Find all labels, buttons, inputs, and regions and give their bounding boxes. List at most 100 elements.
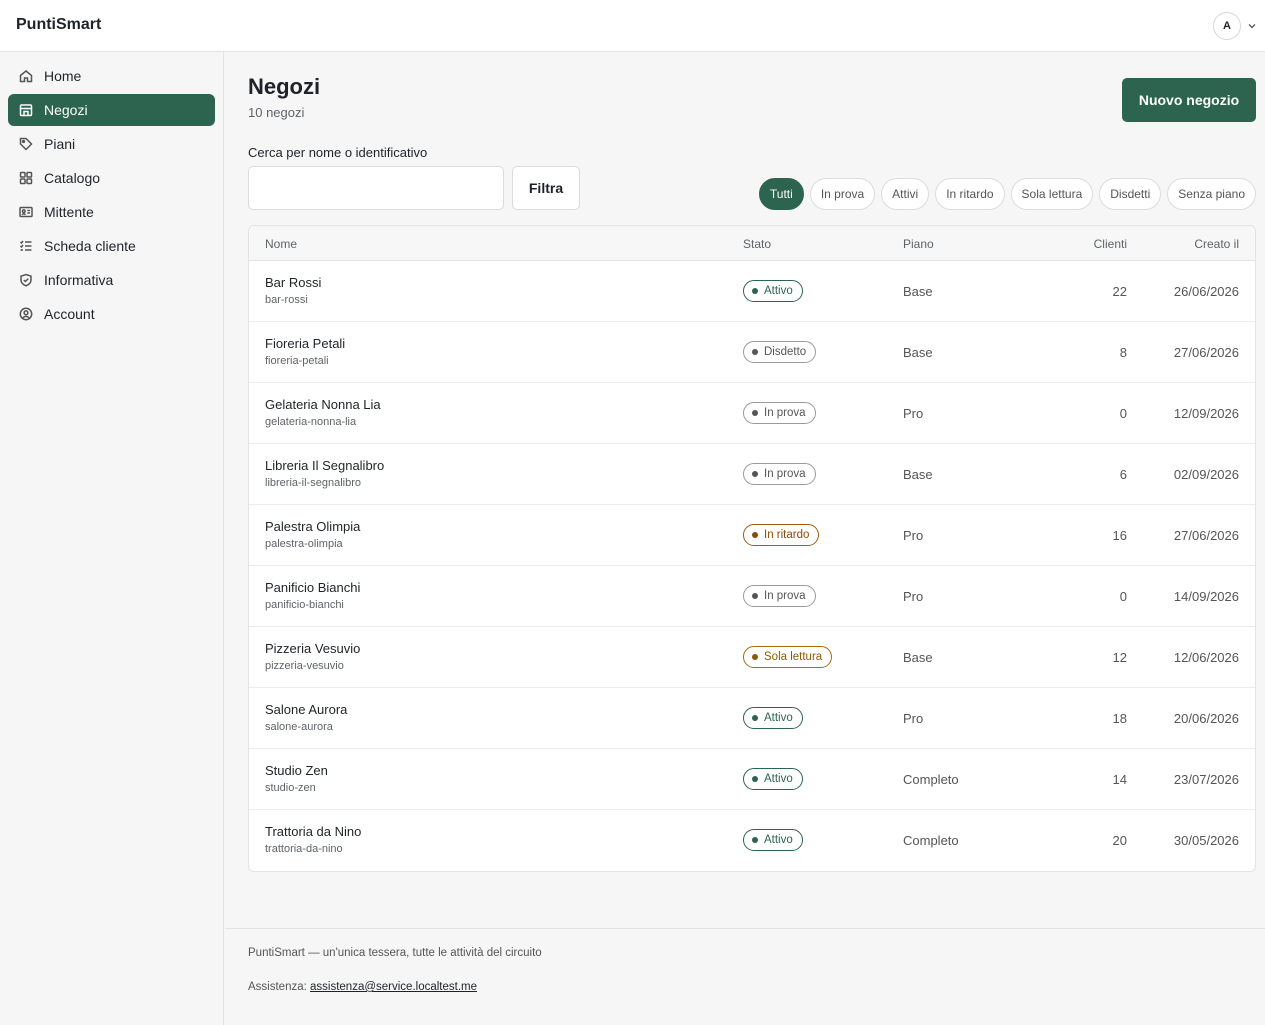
sidebar-item-label: Informativa bbox=[44, 272, 114, 288]
search-label: Cerca per nome o identificativo bbox=[248, 145, 428, 160]
column-header-creato[interactable]: Creato il bbox=[1194, 237, 1239, 251]
status-dot bbox=[752, 776, 758, 782]
store-name[interactable]: Salone Aurora bbox=[265, 702, 347, 717]
chevron-down-icon bbox=[1248, 24, 1256, 29]
status-label: Attivo bbox=[764, 712, 793, 724]
created-date-cell: 12/06/2026 bbox=[1173, 650, 1239, 665]
user-menu[interactable]: A bbox=[1213, 11, 1257, 41]
column-header-stato[interactable]: Stato bbox=[743, 237, 771, 251]
sidebar-item-piani[interactable]: Piani bbox=[8, 128, 215, 160]
filter-pill-senza-piano[interactable]: Senza piano bbox=[1167, 178, 1256, 210]
status-label: Sola lettura bbox=[764, 651, 823, 663]
stores-table: Nome Stato Piano Clienti Creato il Bar R… bbox=[248, 225, 1256, 872]
store-name[interactable]: Panificio Bianchi bbox=[265, 580, 360, 595]
filter-pill-sola-lettura[interactable]: Sola lettura bbox=[1010, 178, 1094, 210]
table-header: Nome Stato Piano Clienti Creato il bbox=[249, 226, 1255, 261]
clients-cell: 22 bbox=[1112, 284, 1127, 299]
table-row[interactable]: Trattoria da Nino trattoria-da-nino Attivo… bbox=[249, 810, 1255, 871]
table-row[interactable]: Salone Aurora salone-aurora Attivo Pro 18 20/… bbox=[249, 688, 1255, 749]
new-store-button[interactable]: Nuovo negozio bbox=[1122, 78, 1256, 122]
created-date-cell: 20/06/2026 bbox=[1173, 711, 1239, 726]
status-badge: Attivo bbox=[743, 707, 803, 729]
status-badge: In prova bbox=[743, 402, 816, 424]
store-slug: studio-zen bbox=[265, 782, 316, 794]
status-label: Attivo bbox=[764, 834, 793, 846]
clients-cell: 14 bbox=[1112, 772, 1127, 787]
store-name[interactable]: Libreria Il Segnalibro bbox=[265, 458, 384, 473]
status-dot bbox=[752, 837, 758, 843]
store-name[interactable]: Palestra Olimpia bbox=[265, 519, 360, 534]
clients-cell: 20 bbox=[1112, 833, 1127, 848]
sidebar-item-negozi[interactable]: Negozi bbox=[8, 94, 215, 126]
search-input[interactable] bbox=[248, 166, 504, 210]
status-dot bbox=[752, 654, 758, 660]
status-badge: In prova bbox=[743, 585, 816, 607]
status-badge: Disdetto bbox=[743, 341, 817, 363]
status-label: Attivo bbox=[764, 285, 793, 297]
plan-cell: Base bbox=[903, 467, 933, 482]
clients-cell: 16 bbox=[1112, 528, 1127, 543]
plan-cell: Base bbox=[903, 284, 933, 299]
store-name[interactable]: Pizzeria Vesuvio bbox=[265, 641, 360, 656]
store-name[interactable]: Fioreria Petali bbox=[265, 336, 345, 351]
created-date-cell: 30/05/2026 bbox=[1173, 833, 1239, 848]
filter-pill-tutti[interactable]: Tutti bbox=[758, 178, 804, 210]
table-row[interactable]: Panificio Bianchi panificio-bianchi In pro… bbox=[249, 566, 1255, 627]
table-row[interactable]: Palestra Olimpia palestra-olimpia In ritar… bbox=[249, 505, 1255, 566]
tag-icon bbox=[19, 137, 33, 151]
main-content: Negozi 10 negozi Nuovo negozio Cerca per… bbox=[225, 52, 1265, 928]
page-footer: PuntiSmart — un'unica tessera, tutte le … bbox=[225, 928, 1265, 1025]
table-row[interactable]: Libreria Il Segnalibro libreria-il-segnal… bbox=[249, 444, 1255, 505]
status-badge: In prova bbox=[743, 463, 816, 485]
plan-cell: Base bbox=[903, 345, 933, 360]
column-header-nome[interactable]: Nome bbox=[265, 237, 297, 251]
filter-pill-disdetti[interactable]: Disdetti bbox=[1099, 178, 1162, 210]
column-header-piano[interactable]: Piano bbox=[903, 237, 934, 251]
table-row[interactable]: Studio Zen studio-zen Attivo Completo 14 23/0… bbox=[249, 749, 1255, 810]
created-date-cell: 26/06/2026 bbox=[1173, 284, 1239, 299]
sidebar-item-account[interactable]: Account bbox=[8, 298, 215, 330]
plan-cell: Pro bbox=[903, 406, 924, 421]
sidebar-item-informativa[interactable]: Informativa bbox=[8, 264, 215, 296]
filter-button[interactable]: Filtra bbox=[512, 166, 580, 210]
filter-pill-in-ritardo[interactable]: In ritardo bbox=[935, 178, 1005, 210]
status-cell: In prova bbox=[743, 585, 816, 607]
table-row[interactable]: Gelateria Nonna Lia gelateria-nonna-lia In… bbox=[249, 383, 1255, 444]
status-cell: Attivo bbox=[743, 768, 803, 790]
table-body: Bar Rossi bar-rossi Attivo Base 22 26/06/2026… bbox=[249, 261, 1255, 871]
store-name[interactable]: Gelateria Nonna Lia bbox=[265, 397, 381, 412]
table-row[interactable]: Pizzeria Vesuvio pizzeria-vesuvio Sola let… bbox=[249, 627, 1255, 688]
store-slug: pizzeria-vesuvio bbox=[265, 660, 344, 672]
status-cell: Sola lettura bbox=[743, 646, 833, 668]
sidebar-item-scheda-cliente[interactable]: Scheda cliente bbox=[8, 230, 215, 262]
table-row[interactable]: Bar Rossi bar-rossi Attivo Base 22 26/06/2026 bbox=[249, 261, 1255, 322]
footer-tagline: PuntiSmart — un'unica tessera, tutte le … bbox=[248, 947, 542, 959]
table-row[interactable]: Fioreria Petali fioreria-petali Disdetto Ba… bbox=[249, 322, 1255, 383]
sidebar-item-label: Mittente bbox=[44, 204, 94, 220]
sidebar-item-catalogo[interactable]: Catalogo bbox=[8, 162, 215, 194]
avatar[interactable]: A bbox=[1213, 12, 1241, 40]
status-cell: In prova bbox=[743, 402, 816, 424]
store-name[interactable]: Bar Rossi bbox=[265, 275, 321, 290]
store-name[interactable]: Studio Zen bbox=[265, 763, 328, 778]
store-slug: libreria-il-segnalibro bbox=[265, 477, 361, 489]
status-label: In ritardo bbox=[764, 529, 810, 541]
clients-cell: 6 bbox=[1119, 467, 1127, 482]
support-email-link[interactable]: assistenza@service.localtest.me bbox=[310, 981, 477, 993]
user-circle-icon bbox=[19, 307, 33, 321]
column-header-clienti[interactable]: Clienti bbox=[1094, 237, 1127, 251]
store-name[interactable]: Trattoria da Nino bbox=[265, 824, 361, 839]
sidebar-item-mittente[interactable]: Mittente bbox=[8, 196, 215, 228]
filter-pill-attivi[interactable]: Attivi bbox=[881, 178, 930, 210]
filter-pill-in-prova[interactable]: In prova bbox=[809, 178, 876, 210]
sidebar-item-home[interactable]: Home bbox=[8, 60, 215, 92]
clients-cell: 0 bbox=[1119, 406, 1127, 421]
created-date-cell: 27/06/2026 bbox=[1173, 528, 1239, 543]
created-date-cell: 23/07/2026 bbox=[1173, 772, 1239, 787]
status-label: In prova bbox=[764, 590, 806, 602]
store-icon bbox=[19, 103, 33, 117]
status-dot bbox=[752, 532, 758, 538]
app-brand[interactable]: PuntiSmart bbox=[16, 16, 101, 34]
created-date-cell: 02/09/2026 bbox=[1173, 467, 1239, 482]
sidebar-item-label: Account bbox=[44, 306, 95, 322]
